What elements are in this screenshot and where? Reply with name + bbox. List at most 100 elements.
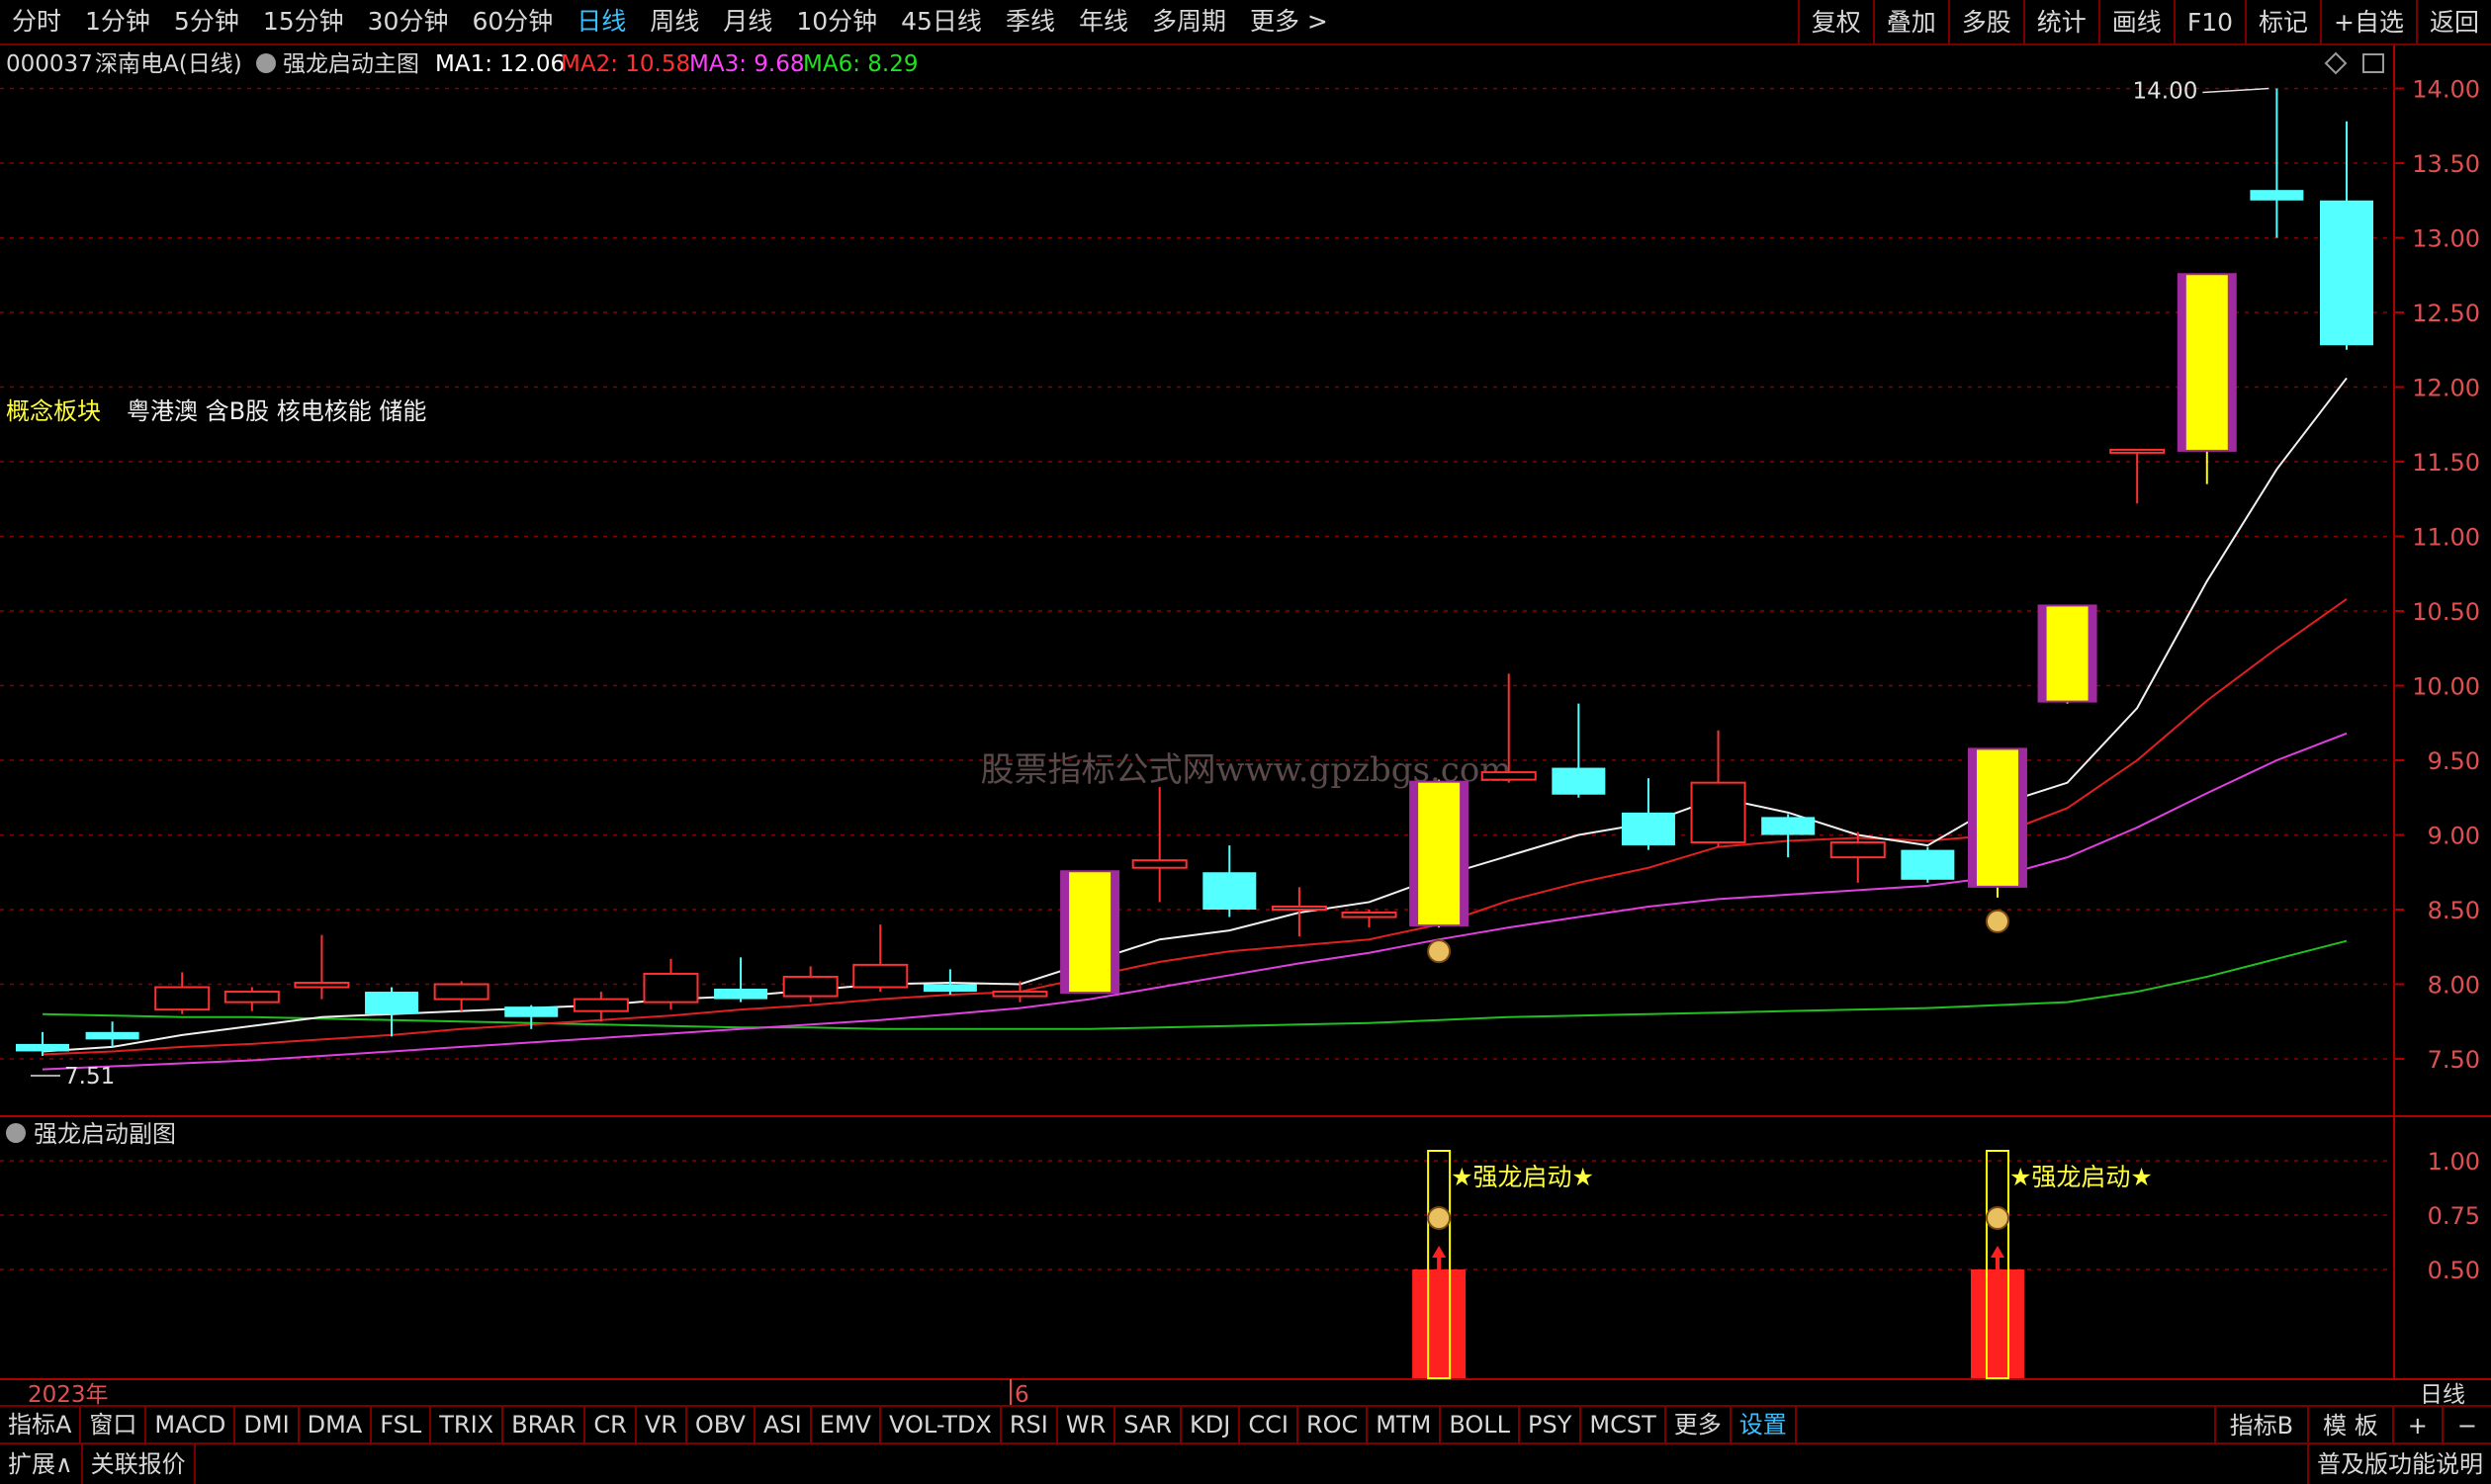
period-tab-13[interactable]: 多周期 bbox=[1140, 0, 1238, 44]
toolbar-button-0[interactable]: 复权 bbox=[1797, 0, 1873, 45]
up-candle bbox=[992, 991, 1048, 998]
period-tab-3[interactable]: 15分钟 bbox=[251, 0, 356, 44]
indicator-tab-4[interactable]: DMA bbox=[300, 1406, 373, 1443]
indicator-tab-7[interactable]: BRAR bbox=[503, 1406, 586, 1443]
indicator-right-tab-3[interactable]: − bbox=[2441, 1407, 2491, 1444]
diamond-icon[interactable] bbox=[2324, 51, 2348, 75]
period-tab-5[interactable]: 60分钟 bbox=[460, 0, 565, 44]
indicator-tab-10[interactable]: OBV bbox=[687, 1406, 756, 1443]
toolbar-button-4[interactable]: 画线 bbox=[2097, 0, 2174, 45]
ma1-line bbox=[42, 377, 2348, 1053]
indicator-tab-2[interactable]: MACD bbox=[146, 1406, 236, 1443]
indicator-tab-8[interactable]: CR bbox=[585, 1406, 637, 1443]
up-candle bbox=[1829, 841, 1886, 859]
sub-y-axis-label: 1.00 bbox=[2428, 1148, 2480, 1176]
indicator-tab-19[interactable]: ROC bbox=[1298, 1406, 1369, 1443]
indicator-tab-16[interactable]: SAR bbox=[1115, 1406, 1183, 1443]
period-tab-0[interactable]: 分时 bbox=[0, 0, 73, 44]
toolbar-button-8[interactable]: 返回 bbox=[2415, 0, 2491, 45]
toolbar-button-5[interactable]: F10 bbox=[2173, 0, 2245, 45]
y-axis-label: 10.50 bbox=[2412, 598, 2480, 626]
indicator-tab-14[interactable]: RSI bbox=[1002, 1406, 1058, 1443]
signal-candle bbox=[1976, 749, 2018, 886]
indicator-tab-13[interactable]: VOL-TDX bbox=[881, 1406, 1002, 1443]
kline-chart[interactable]: 14.00 13.50 13.00 12.50 12.00 11.50 11.00 10.50… bbox=[0, 45, 2491, 1405]
down-candle bbox=[1552, 767, 1606, 795]
y-axis-label: 12.00 bbox=[2412, 375, 2480, 402]
formula-name[interactable]: 强龙启动主图 bbox=[283, 51, 419, 77]
ma-label-2: MA2: 10.58 bbox=[561, 51, 690, 77]
signal-label: ★强龙启动★ bbox=[1451, 1163, 1594, 1191]
period-label: 日线 bbox=[2420, 1382, 2465, 1405]
indicator-tab-9[interactable]: VR bbox=[637, 1406, 687, 1443]
y-axis-label: 11.50 bbox=[2412, 449, 2480, 477]
signal-label: ★强龙启动★ bbox=[2009, 1163, 2153, 1191]
indicator-right-tab-0[interactable]: 指标B bbox=[2213, 1407, 2307, 1444]
low-price-label: 7.51 bbox=[64, 1064, 115, 1090]
status-item-1[interactable]: 关联报价 bbox=[83, 1444, 196, 1484]
period-tab-6[interactable]: 日线 bbox=[565, 0, 638, 44]
indicator-tab-21[interactable]: BOLL bbox=[1441, 1406, 1521, 1443]
y-axis-label: 8.00 bbox=[2428, 972, 2480, 1000]
indicator-tab-5[interactable]: FSL bbox=[372, 1406, 432, 1443]
stock-name: 深南电A(日线) bbox=[95, 51, 242, 77]
indicator-tab-25[interactable]: 设置 bbox=[1732, 1406, 1797, 1443]
down-candle bbox=[2250, 190, 2304, 201]
indicator-tab-17[interactable]: KDJ bbox=[1182, 1406, 1241, 1443]
concept-value: 粤港澳 含B股 核电核能 储能 bbox=[127, 397, 426, 425]
high-price-label: 14.00 bbox=[2133, 79, 2198, 105]
period-tab-1[interactable]: 1分钟 bbox=[73, 0, 162, 44]
panel-toggle-icon[interactable] bbox=[2362, 53, 2384, 73]
toolbar-button-1[interactable]: 叠加 bbox=[1872, 0, 1948, 45]
up-candle bbox=[643, 972, 699, 1004]
down-candle bbox=[1202, 872, 1257, 910]
toolbar-button-2[interactable]: 多股 bbox=[1947, 0, 2023, 45]
indicator-tab-15[interactable]: WR bbox=[1058, 1406, 1116, 1443]
period-tab-14[interactable]: 更多 > bbox=[1238, 0, 1340, 44]
indicator-tab-1[interactable]: 窗口 bbox=[81, 1406, 147, 1443]
up-candle bbox=[1480, 771, 1537, 781]
indicator-tab-22[interactable]: PSY bbox=[1520, 1406, 1582, 1443]
status-bar: 扩展∧ 关联报价 普及版功能说明 bbox=[0, 1444, 2491, 1484]
indicator-tab-18[interactable]: CCI bbox=[1240, 1406, 1298, 1443]
toolbar-button-3[interactable]: 统计 bbox=[2022, 0, 2098, 45]
period-tab-8[interactable]: 月线 bbox=[711, 0, 784, 44]
period-tab-10[interactable]: 45日线 bbox=[889, 0, 994, 44]
ma-label-3: MA3: 9.68 bbox=[689, 51, 804, 77]
money-bag-icon bbox=[1985, 1206, 2009, 1230]
period-tab-9[interactable]: 10分钟 bbox=[784, 0, 889, 44]
indicator-right-tab-2[interactable]: + bbox=[2391, 1407, 2442, 1444]
up-arrow-icon bbox=[1432, 1246, 1447, 1269]
indicator-tab-23[interactable]: MCST bbox=[1581, 1406, 1666, 1443]
indicator-right-tab-1[interactable]: 模 板 bbox=[2307, 1407, 2392, 1444]
signal-candle bbox=[2185, 275, 2228, 450]
period-tab-4[interactable]: 30分钟 bbox=[356, 0, 461, 44]
indicator-tab-24[interactable]: 更多 bbox=[1666, 1406, 1732, 1443]
indicator-tab-0[interactable]: 指标A bbox=[0, 1406, 82, 1443]
indicator-tab-3[interactable]: DMI bbox=[235, 1406, 300, 1443]
up-candle bbox=[154, 986, 211, 1011]
status-item-0[interactable]: 扩展∧ bbox=[0, 1444, 83, 1484]
period-tab-7[interactable]: 周线 bbox=[638, 0, 711, 44]
down-candle bbox=[365, 992, 419, 1014]
help-link[interactable]: 普及版功能说明 bbox=[2307, 1444, 2491, 1484]
down-candle bbox=[85, 1031, 139, 1040]
indicator-tab-11[interactable]: ASI bbox=[756, 1406, 812, 1443]
indicator-tab-20[interactable]: MTM bbox=[1368, 1406, 1442, 1443]
sub-chart-title[interactable]: 强龙启动副图 bbox=[34, 1120, 176, 1148]
up-candle bbox=[1131, 859, 1188, 869]
period-tab-11[interactable]: 季线 bbox=[994, 0, 1067, 44]
period-tab-2[interactable]: 5分钟 bbox=[162, 0, 251, 44]
indicator-tab-12[interactable]: EMV bbox=[812, 1406, 881, 1443]
indicator-tab-6[interactable]: TRIX bbox=[431, 1406, 504, 1443]
down-candle bbox=[1901, 849, 1955, 880]
signal-bar bbox=[1970, 1269, 2024, 1378]
toolbar-button-7[interactable]: +自选 bbox=[2320, 0, 2416, 45]
ma6-line bbox=[42, 939, 2348, 1030]
period-tab-12[interactable]: 年线 bbox=[1067, 0, 1140, 44]
sub-formula-dropdown-icon[interactable] bbox=[6, 1123, 26, 1143]
toolbar-button-6[interactable]: 标记 bbox=[2245, 0, 2320, 45]
down-candle bbox=[1621, 812, 1675, 846]
down-candle bbox=[16, 1043, 69, 1052]
formula-dropdown-icon[interactable] bbox=[256, 53, 276, 73]
